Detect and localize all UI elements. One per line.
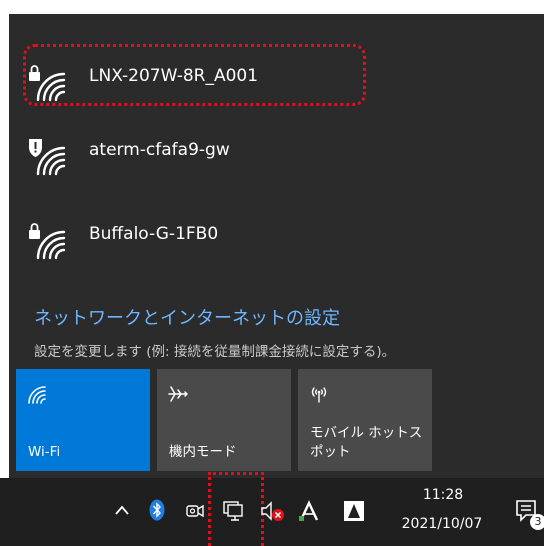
- bluetooth-icon[interactable]: [149, 499, 165, 521]
- network-item[interactable]: Buffalo-G-1FB0: [9, 194, 544, 278]
- font-a-icon[interactable]: [298, 500, 320, 522]
- wifi-toggle-button[interactable]: Wi-Fi: [16, 369, 150, 471]
- network-icon[interactable]: [222, 500, 246, 522]
- mobile-hotspot-button[interactable]: モバイル ホットス ポット: [298, 369, 432, 471]
- hotspot-icon: [311, 387, 327, 403]
- airplane-icon: [168, 386, 188, 402]
- network-settings-link[interactable]: ネットワークとインターネットの設定: [34, 308, 340, 330]
- network-ssid: Buffalo-G-1FB0: [89, 224, 219, 244]
- tile-label: モバイル ホットス ポット: [310, 425, 423, 460]
- clock-time[interactable]: 11:28: [408, 486, 478, 504]
- airplane-mode-button[interactable]: 機内モード: [157, 369, 291, 471]
- network-item[interactable]: aterm-cfafa9-gw: [9, 110, 544, 194]
- volume-muted-icon[interactable]: [260, 500, 286, 522]
- clock-date[interactable]: 2021/10/07: [392, 515, 492, 533]
- camera-icon[interactable]: [185, 500, 205, 520]
- wifi-icon: [28, 386, 46, 404]
- tile-label: 機内モード: [169, 444, 237, 460]
- highlight-annotation: [23, 44, 366, 106]
- wifi-lock-icon: [29, 223, 66, 260]
- network-settings-description: 設定を変更します (例: 接続を従量制課金接続に設定する)。: [34, 344, 396, 360]
- notification-count-badge: 3: [530, 514, 544, 530]
- network-ssid: aterm-cfafa9-gw: [89, 140, 230, 160]
- taskbar: 11:28 2021/10/07 3: [0, 472, 544, 546]
- chevron-up-icon[interactable]: [114, 504, 130, 516]
- wifi-shield-icon: [29, 139, 66, 176]
- adobe-icon[interactable]: [343, 500, 365, 522]
- tile-label: Wi-Fi: [28, 444, 61, 460]
